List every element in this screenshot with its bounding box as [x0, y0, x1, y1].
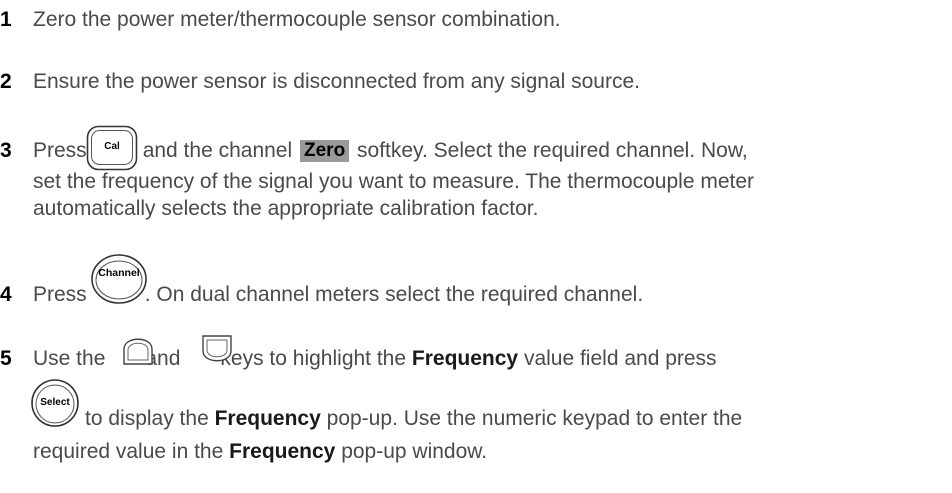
step-3-after-zero: softkey. Select the required channel. No…: [357, 139, 748, 162]
step-4-press: Press: [33, 283, 87, 306]
channel-key-icon[interactable]: Channel: [90, 253, 148, 305]
step-3-line-2: set the frequency of the signal you want…: [33, 170, 755, 193]
frequency-bold-2: Frequency: [214, 407, 321, 430]
cal-key-icon[interactable]: Cal: [86, 125, 138, 171]
step-5-number: 5: [0, 347, 12, 370]
select-key-icon[interactable]: Select: [30, 378, 80, 428]
step-5-use-the: Use the: [33, 347, 106, 370]
step-2-number: 2: [0, 70, 12, 93]
zero-softkey[interactable]: Zero: [300, 140, 350, 162]
step-1-text: Zero the power meter/thermocouple sensor…: [33, 8, 561, 31]
step-5-line-2: to display the Frequency pop-up. Use the…: [85, 406, 742, 432]
step-5-line-3: required value in the Frequency pop-up w…: [33, 439, 487, 465]
cal-key-label: Cal: [104, 141, 120, 152]
frequency-bold-1: Frequency: [411, 347, 519, 370]
channel-key-label: Channel: [98, 267, 140, 279]
step-3-line-1: Press and the channel Zero softkey. Selec…: [33, 138, 748, 164]
step-5-to-display: to display the: [85, 407, 209, 430]
step-3-line-3: automatically selects the appropriate ca…: [33, 197, 539, 220]
step-5-required-value: required value in the: [33, 440, 224, 463]
step-5-popup-window: pop-up window.: [341, 440, 488, 463]
step-5-value-field: value field and press: [523, 347, 717, 370]
step-3-number: 3: [0, 139, 12, 162]
step-4-number: 4: [0, 283, 12, 306]
frequency-bold-3: Frequency: [229, 440, 336, 463]
step-2-text: Ensure the power sensor is disconnected …: [33, 70, 640, 93]
step-5-keys-to-highlight: keys to highlight the: [220, 347, 407, 370]
select-key-label: Select: [40, 397, 70, 408]
step-1-number: 1: [0, 8, 12, 31]
up-arrow-key-icon[interactable]: [121, 331, 155, 367]
step-3-press: Press: [33, 139, 87, 162]
step-4-after: . On dual channel meters select the requ…: [144, 283, 644, 306]
step-5-popup-rest: pop-up. Use the numeric keypad to enter …: [326, 407, 743, 430]
step-3-after-cal: and the channel: [142, 139, 293, 162]
down-arrow-key-icon[interactable]: [200, 333, 234, 369]
